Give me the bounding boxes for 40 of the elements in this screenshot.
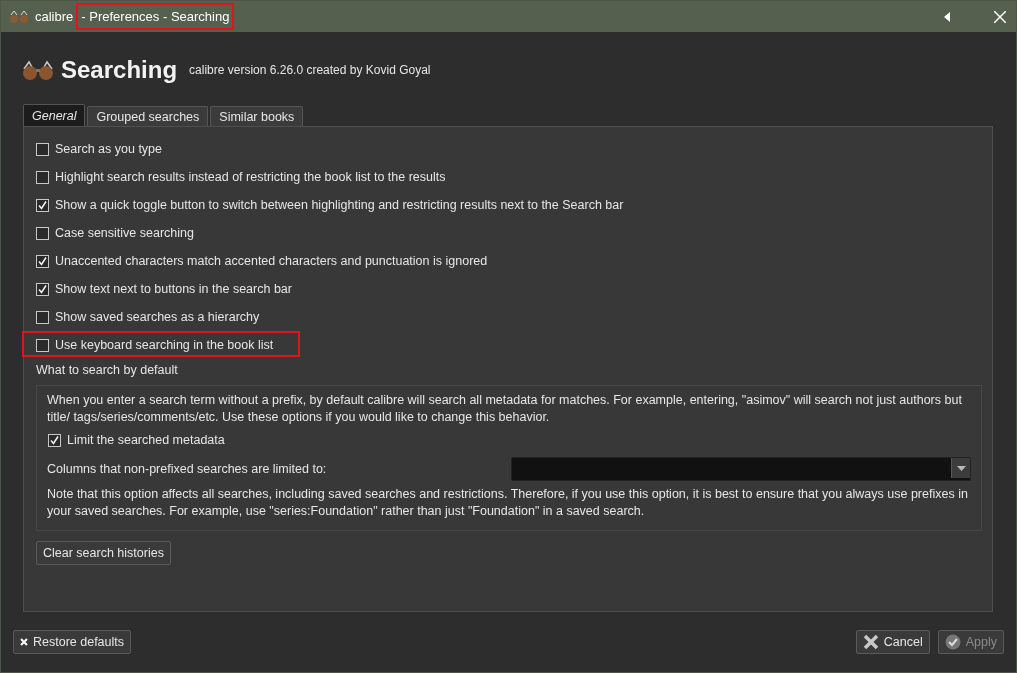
checkbox-label: Search as you type: [55, 142, 162, 156]
check-circle-icon: [944, 634, 961, 650]
collapse-arrow-icon[interactable]: [944, 11, 950, 22]
close-icon[interactable]: [994, 10, 1006, 23]
window-title: calibre: [35, 9, 74, 24]
binoculars-icon: [21, 59, 55, 81]
checkbox-label: Case sensitive searching: [55, 226, 194, 240]
checkbox-label: Show saved searches as a hierarchy: [55, 310, 260, 324]
checkbox[interactable]: [36, 310, 49, 324]
group-title: What to search by default: [36, 363, 179, 379]
checkbox[interactable]: [36, 226, 49, 240]
checkbox-label: Use keyboard searching in the book list: [55, 338, 274, 352]
caret-icon: [956, 465, 966, 471]
page-title: Searching: [61, 56, 178, 84]
description-text: When you enter a search term without a prefix, by default calibre will search all metadata for matches. For example, entering, "asimov" will search not just authors but title/ tags/series/comments/etc. Use these options if you would like to change this behavior.: [47, 392, 963, 426]
checkbox-label: Highlight search results instead of restricting the book list to the results: [55, 170, 446, 184]
checkbox[interactable]: [36, 198, 49, 212]
checkbox[interactable]: [48, 433, 61, 447]
checkbox[interactable]: [36, 338, 49, 352]
checkbox[interactable]: [36, 254, 49, 268]
clear-histories-button[interactable]: Clear search histories: [36, 541, 171, 565]
cross-icon: [20, 638, 28, 646]
cross-icon: [862, 634, 879, 650]
version-text: calibre version 6.26.0 created by Kovid Goyal: [189, 63, 431, 77]
note-text: Note that this option affects all searches, including saved searches and restrictions. Therefore, if you use this option, it is best to ensure that you always use prefixes in your saved searches. For example, use "series:Foundation" rather than just "Foundation" in a saved search.: [47, 486, 969, 520]
tab[interactable]: Similar books: [210, 106, 304, 126]
checkbox[interactable]: [36, 142, 49, 156]
tab[interactable]: General: [23, 104, 86, 126]
checkbox-label: Unaccented characters match accented characters and punctuation is ignored: [55, 254, 488, 268]
restore-defaults-button[interactable]: Restore defaults: [13, 630, 132, 654]
window-title: - Preferences - Searching: [76, 3, 235, 30]
app-icon: [9, 9, 29, 24]
checkbox-label: Show a quick toggle button to switch between highlighting and restricting results next to the Search bar: [55, 198, 624, 212]
checkbox[interactable]: [36, 170, 49, 184]
field-label: Columns that non-prefixed searches are limited to:: [47, 462, 327, 476]
cancel-button[interactable]: Cancel: [855, 630, 930, 654]
checkbox-label: Show text next to buttons in the search bar: [55, 282, 292, 296]
checkbox[interactable]: [36, 282, 49, 296]
checkbox-label: Limit the searched metadata: [67, 433, 225, 447]
tab[interactable]: Grouped searches: [87, 106, 209, 126]
